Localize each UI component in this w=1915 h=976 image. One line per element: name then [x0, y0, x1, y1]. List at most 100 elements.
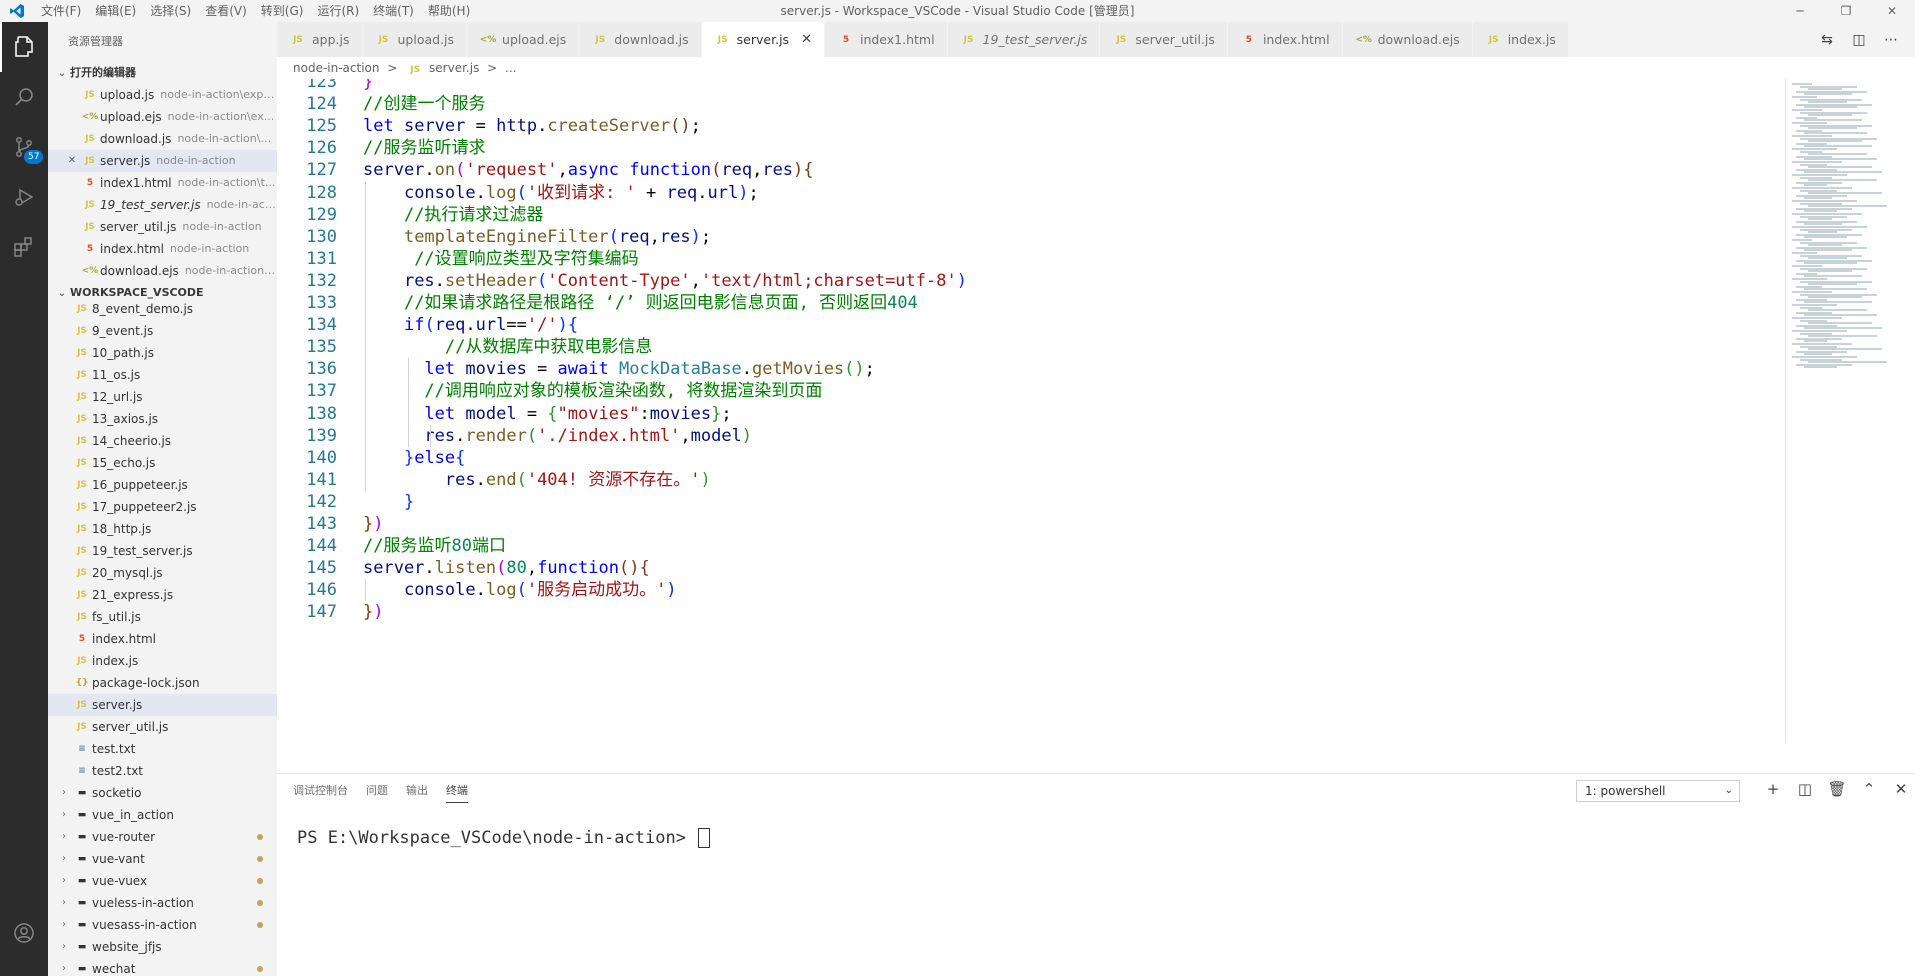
- tree-file[interactable]: JS 13_axios.js: [48, 408, 277, 430]
- close-icon[interactable]: ✕: [64, 150, 80, 172]
- minimap[interactable]: [1785, 79, 1915, 743]
- tree-file[interactable]: JS 17_puppeteer2.js: [48, 496, 277, 518]
- open-editor-item[interactable]: ✕ JS server.js node-in-action: [48, 150, 277, 172]
- tab-index-html[interactable]: 5 index.html: [1227, 22, 1343, 57]
- tab-19-test-server-js[interactable]: JS 19_test_server.js: [947, 22, 1101, 57]
- terminal[interactable]: PS E:\Workspace_VSCode\node-in-action>: [297, 828, 711, 848]
- tree-folder[interactable]: › ▬ vue-vuex: [48, 870, 277, 892]
- tree-file[interactable]: JS 18_http.js: [48, 518, 277, 540]
- tree-file[interactable]: JS 8_event_demo.js: [48, 298, 277, 320]
- tree-folder[interactable]: › ▬ vueless-in-action: [48, 892, 277, 914]
- code-line[interactable]: //创建一个服务: [363, 93, 485, 115]
- minimize-icon[interactable]: ─: [1777, 0, 1823, 22]
- tree-file[interactable]: JS 19_test_server.js: [48, 540, 277, 562]
- tree-folder[interactable]: › ▬ wechat: [48, 958, 277, 976]
- search-icon[interactable]: [0, 72, 48, 122]
- menu-item[interactable]: 帮助(H): [421, 0, 477, 22]
- code-line[interactable]: server.on('request',async function(req,r…: [363, 159, 814, 181]
- panel-tab[interactable]: 终端: [446, 782, 468, 803]
- close-tab-icon[interactable]: ✕: [801, 32, 812, 47]
- code-line[interactable]: let movies = await MockDataBase.getMovie…: [363, 358, 874, 380]
- open-editor-item[interactable]: 5 index.html node-in-action: [48, 238, 277, 260]
- code-line[interactable]: //执行请求过滤器: [363, 204, 543, 226]
- tree-folder[interactable]: › ▬ vue-vant: [48, 848, 277, 870]
- code-line[interactable]: }: [363, 491, 414, 513]
- tab-server-js[interactable]: JS server.js ✕: [701, 22, 825, 57]
- tab-upload-ejs[interactable]: <% upload.ejs: [467, 22, 580, 57]
- code-line[interactable]: }): [363, 513, 384, 535]
- breadcrumb-symbol[interactable]: ...: [505, 61, 516, 75]
- trash-icon[interactable]: 🗑: [1821, 780, 1853, 798]
- restore-icon[interactable]: ❐: [1823, 0, 1869, 22]
- code-editor[interactable]: 123} 124 //创建一个服务 125 let server = http.crea…: [277, 79, 1785, 743]
- menu-item[interactable]: 转到(G): [254, 0, 311, 22]
- explorer-icon[interactable]: [0, 22, 48, 72]
- menu-item[interactable]: 编辑(E): [88, 0, 143, 22]
- tree-file[interactable]: JS 20_mysql.js: [48, 562, 277, 584]
- panel-tab[interactable]: 输出: [406, 782, 428, 803]
- split-editor-icon[interactable]: ◫: [1843, 32, 1875, 48]
- code-line[interactable]: console.log('收到请求: ' + req.url);: [363, 182, 759, 204]
- tab-download-ejs[interactable]: <% download.ejs: [1342, 22, 1473, 57]
- maximize-panel-icon[interactable]: ⌃: [1853, 780, 1885, 798]
- panel-tab[interactable]: 调试控制台: [293, 782, 348, 803]
- open-editor-item[interactable]: <% download.ejs node-in-action\...: [48, 260, 277, 282]
- tree-folder[interactable]: › ▬ website_jfjs: [48, 936, 277, 958]
- open-editor-item[interactable]: JS download.js node-in-action\e...: [48, 128, 277, 150]
- compare-icon[interactable]: ⇆: [1811, 32, 1843, 48]
- code-line[interactable]: templateEngineFilter(req,res);: [363, 226, 711, 248]
- code-line[interactable]: //服务监听80端口: [363, 535, 506, 557]
- open-editor-item[interactable]: JS upload.js node-in-action\expr...: [48, 84, 277, 106]
- code-line[interactable]: console.log('服务启动成功。'): [363, 579, 677, 601]
- code-line[interactable]: server.listen(80,function(){: [363, 557, 650, 579]
- extensions-icon[interactable]: [0, 222, 48, 272]
- open-editors-header[interactable]: ⌄ 打开的编辑器: [48, 62, 277, 84]
- tab-download-js[interactable]: JS download.js: [579, 22, 702, 57]
- code-line[interactable]: res.render('./index.html',model): [363, 425, 752, 447]
- tree-folder[interactable]: › ▬ vue_in_action: [48, 804, 277, 826]
- tree-file[interactable]: JS 16_puppeteer.js: [48, 474, 277, 496]
- run-debug-icon[interactable]: [0, 172, 48, 222]
- menu-item[interactable]: 选择(S): [143, 0, 198, 22]
- tree-file[interactable]: JS index.js: [48, 650, 277, 672]
- open-editor-item[interactable]: <% upload.ejs node-in-action\ex...: [48, 106, 277, 128]
- code-line[interactable]: let server = http.createServer();: [363, 115, 701, 137]
- breadcrumb-folder[interactable]: node-in-action: [293, 61, 379, 75]
- code-line[interactable]: res.end('404! 资源不存在。'): [363, 469, 711, 491]
- menu-item[interactable]: 查看(V): [198, 0, 254, 22]
- tree-folder[interactable]: › ▬ socketio: [48, 782, 277, 804]
- code-line[interactable]: if(req.url=='/'){: [363, 314, 578, 336]
- tree-file[interactable]: ≡ test2.txt: [48, 760, 277, 782]
- tree-file[interactable]: JS 21_express.js: [48, 584, 277, 606]
- code-line[interactable]: }): [363, 601, 384, 623]
- tree-file[interactable]: JS 14_cheerio.js: [48, 430, 277, 452]
- panel-tab[interactable]: 问题: [366, 782, 388, 803]
- code-line[interactable]: //设置响应类型及字符集编码: [363, 248, 638, 270]
- close-window-icon[interactable]: ✕: [1869, 0, 1915, 22]
- tree-file[interactable]: JS server_util.js: [48, 716, 277, 738]
- tree-file[interactable]: {} package-lock.json: [48, 672, 277, 694]
- tab-upload-js[interactable]: JS upload.js: [362, 22, 468, 57]
- open-editor-item[interactable]: 5 index1.html node-in-action\t...: [48, 172, 277, 194]
- tab-app-js[interactable]: JS app.js: [277, 22, 363, 57]
- tab-index-js[interactable]: JS index.js: [1472, 22, 1569, 57]
- code-line[interactable]: //服务监听请求: [363, 137, 485, 159]
- tree-file[interactable]: JS fs_util.js: [48, 606, 277, 628]
- split-terminal-icon[interactable]: ◫: [1789, 780, 1821, 798]
- code-line[interactable]: //从数据库中获取电影信息: [363, 336, 652, 358]
- tree-file[interactable]: JS server.js: [48, 694, 277, 716]
- code-line[interactable]: let model = {"movies":movies};: [363, 403, 731, 425]
- code-line[interactable]: //调用响应对象的模板渲染函数, 将数据渲染到页面: [363, 380, 822, 402]
- breadcrumb-file[interactable]: server.js: [429, 61, 479, 75]
- tree-file[interactable]: JS 12_url.js: [48, 386, 277, 408]
- tree-file[interactable]: JS 15_echo.js: [48, 452, 277, 474]
- menu-item[interactable]: 终端(T): [366, 0, 421, 22]
- tree-folder[interactable]: › ▬ vue-router: [48, 826, 277, 848]
- terminal-select[interactable]: 1: powershell ⌄: [1576, 780, 1740, 802]
- menu-item[interactable]: 文件(F): [34, 0, 88, 22]
- more-actions-icon[interactable]: ⋯: [1875, 32, 1907, 48]
- tree-file[interactable]: JS 11_os.js: [48, 364, 277, 386]
- tab-index1-html[interactable]: 5 index1.html: [824, 22, 948, 57]
- new-terminal-icon[interactable]: +: [1757, 780, 1789, 798]
- open-editor-item[interactable]: JS 19_test_server.js node-in-action: [48, 194, 277, 216]
